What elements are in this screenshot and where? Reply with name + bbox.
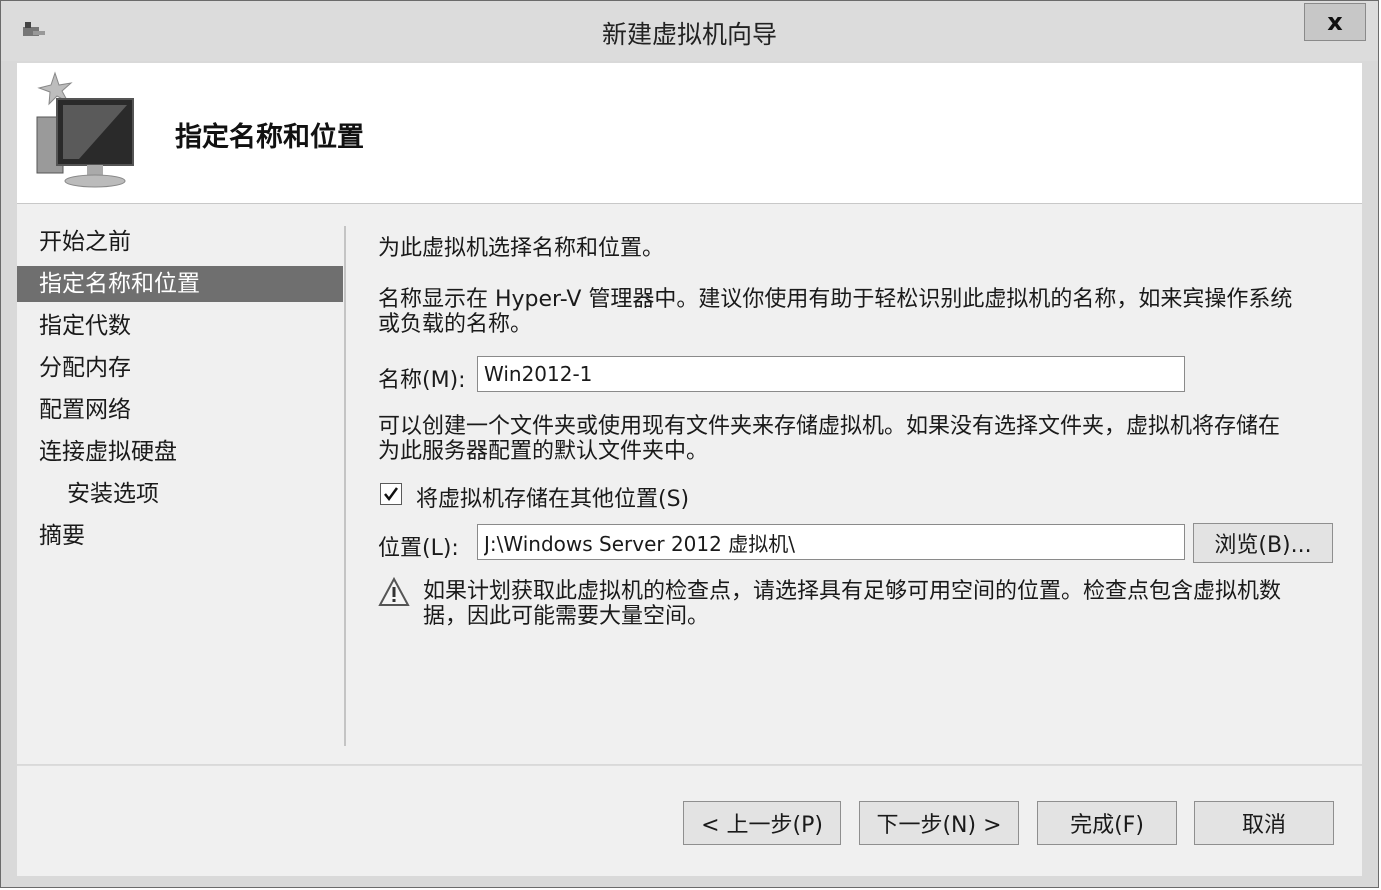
warning-icon [378, 576, 410, 607]
title-bar: 新建虚拟机向导 x [1, 1, 1378, 61]
checkpoint-warning: 如果计划获取此虚拟机的检查点，请选择具有足够可用空间的位置。检查点包含虚拟机数 … [423, 579, 1333, 629]
browse-button[interactable]: 浏览(B)... [1193, 523, 1333, 563]
window-title: 新建虚拟机向导 [601, 20, 777, 49]
nav-divider [344, 226, 346, 746]
wizard-footer: < 上一步(P) 下一步(N) > 完成(F) 取消 [17, 765, 1362, 876]
folder-description-line-1: 可以创建一个文件夹或使用现有文件夹来存储虚拟机。如果没有选择文件夹，虚拟机将存储… [378, 414, 1281, 439]
wizard-body: 开始之前 指定名称和位置 指定代数 分配内存 配置网络 连接虚拟硬盘 安装选项 … [17, 204, 1362, 764]
checkpoint-warning-line-2: 据，因此可能需要大量空间。 [423, 604, 710, 629]
close-icon: x [1327, 8, 1343, 36]
name-description: 名称显示在 Hyper-V 管理器中。建议你使用有助于轻松识别此虚拟机的名称，如… [378, 287, 1333, 337]
name-label: 名称(M): [378, 368, 466, 393]
store-elsewhere-label[interactable]: 将虚拟机存储在其他位置(S) [416, 481, 689, 513]
nav-item-assign-memory[interactable]: 分配内存 [17, 350, 343, 386]
location-input[interactable] [477, 524, 1185, 560]
folder-description-line-2: 为此服务器配置的默认文件夹中。 [378, 439, 709, 464]
page-title: 指定名称和位置 [175, 122, 364, 153]
step-navigation: 开始之前 指定名称和位置 指定代数 分配内存 配置网络 连接虚拟硬盘 安装选项 … [17, 224, 343, 560]
nav-item-connect-virtual-hard-disk[interactable]: 连接虚拟硬盘 [17, 434, 343, 470]
previous-button[interactable]: < 上一步(P) [683, 801, 841, 845]
nav-item-summary[interactable]: 摘要 [17, 518, 343, 554]
checkpoint-warning-line-1: 如果计划获取此虚拟机的检查点，请选择具有足够可用空间的位置。检查点包含虚拟机数 [423, 579, 1282, 604]
name-input[interactable] [477, 356, 1185, 392]
cancel-button[interactable]: 取消 [1194, 801, 1334, 845]
nav-item-installation-options[interactable]: 安装选项 [17, 476, 343, 512]
location-label: 位置(L): [378, 536, 459, 561]
name-description-line-2: 或负载的名称。 [378, 312, 533, 337]
wizard-header: 指定名称和位置 [17, 63, 1362, 204]
folder-description: 可以创建一个文件夹或使用现有文件夹来存储虚拟机。如果没有选择文件夹，虚拟机将存储… [378, 414, 1333, 464]
new-vm-monitor-icon [27, 69, 147, 193]
store-elsewhere-checkbox[interactable] [380, 483, 402, 505]
finish-button[interactable]: 完成(F) [1037, 801, 1177, 845]
nav-item-specify-generation[interactable]: 指定代数 [17, 308, 343, 344]
intro-text: 为此虚拟机选择名称和位置。 [378, 236, 665, 261]
name-description-line-1: 名称显示在 Hyper-V 管理器中。建议你使用有助于轻松识别此虚拟机的名称，如… [378, 287, 1293, 312]
nav-item-before-you-begin[interactable]: 开始之前 [17, 224, 343, 260]
nav-item-specify-name-location[interactable]: 指定名称和位置 [17, 266, 343, 302]
next-button[interactable]: 下一步(N) > [859, 801, 1019, 845]
nav-item-configure-networking[interactable]: 配置网络 [17, 392, 343, 428]
wizard-window: 新建虚拟机向导 x 指定名称和位置 开始之前 指定名称和位置 指定代数 分配内存… [0, 0, 1379, 888]
close-button[interactable]: x [1304, 3, 1366, 41]
check-icon [384, 487, 399, 502]
